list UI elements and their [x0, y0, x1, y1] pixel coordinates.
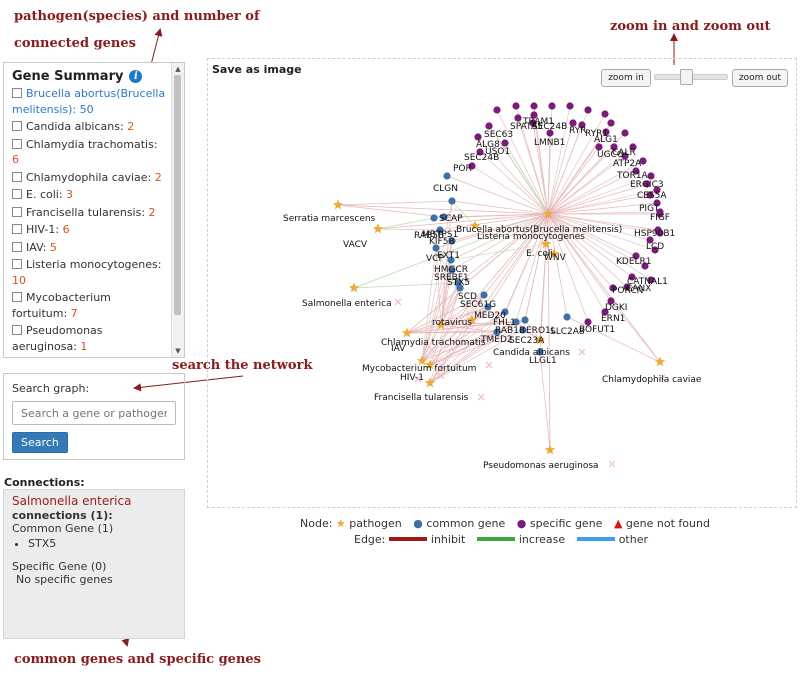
specific-gene-node[interactable] — [530, 102, 538, 110]
pathogen-star-node[interactable] — [401, 327, 413, 338]
legend-specific-gene: specific gene — [529, 517, 603, 530]
specific-gene-node[interactable] — [607, 119, 615, 127]
common-gene-node[interactable] — [563, 313, 571, 321]
pathogen-star-node[interactable] — [332, 199, 344, 210]
specific-gene-node[interactable] — [514, 114, 522, 122]
common-gene-label[interactable]: STX5 — [447, 278, 470, 288]
specific-gene-label[interactable]: DGKI — [605, 303, 627, 313]
specific-gene-label[interactable]: LCD — [646, 242, 664, 252]
specific-edge — [547, 146, 600, 215]
legend-increase: increase — [518, 533, 566, 546]
pathogen-label[interactable]: Francisella tularensis — [374, 393, 469, 403]
other-edge-swatch — [576, 537, 615, 541]
specific-gene-node[interactable] — [584, 106, 592, 114]
specific-edge — [547, 213, 652, 281]
pathogen-edge — [406, 331, 498, 334]
common-gene-label[interactable]: TMED2 — [480, 335, 513, 345]
legend-inhibit: inhibit — [430, 533, 466, 546]
pathogen-label[interactable]: VACV — [343, 240, 368, 250]
specific-gene-node[interactable] — [485, 122, 493, 130]
specific-gene-label[interactable]: SEC63 — [484, 130, 513, 140]
specific-gene-label[interactable]: HSP90B1 — [634, 229, 675, 239]
specific-edge — [547, 122, 574, 215]
legend-nodes: Node: ★ pathogen ● common gene ● specifi… — [300, 517, 718, 530]
specific-gene-node[interactable] — [601, 110, 609, 118]
common-edge — [504, 142, 549, 215]
pathogen-star-node[interactable] — [372, 223, 384, 234]
common-gene-label[interactable]: VCP — [426, 254, 444, 264]
common-gene-label[interactable]: LLGL1 — [529, 356, 557, 366]
legend-other: other — [618, 533, 648, 546]
common-gene-node[interactable] — [480, 291, 488, 299]
legend-edges: Edge: inhibit increase other — [354, 533, 656, 546]
legend-pathogen: pathogen — [349, 517, 402, 530]
common-gene-label[interactable]: CLGN — [433, 184, 458, 194]
specific-gene-label[interactable]: PORCN — [612, 286, 643, 296]
pathogen-label[interactable]: rotavirus — [432, 318, 472, 328]
specific-gene-label[interactable]: ATP2A — [613, 159, 642, 169]
pathogen-label[interactable]: IAV — [391, 344, 406, 354]
common-gene-node[interactable] — [448, 197, 456, 205]
pathogen-label[interactable]: Salmonella enterica — [302, 299, 392, 309]
specific-gene-label[interactable]: ERGIC3 — [630, 180, 664, 190]
legend-node-label: Node: — [300, 517, 333, 530]
specific-gene-label[interactable]: KDELR1 — [616, 257, 652, 267]
pathogen-star-node[interactable] — [424, 377, 436, 388]
common-gene-node[interactable] — [430, 214, 438, 222]
specific-gene-label[interactable]: CALR — [612, 148, 636, 158]
legend-not-found: gene not found — [625, 517, 710, 530]
pathogen-star-node[interactable] — [348, 282, 360, 293]
pathogen-label[interactable]: HIV-1 — [400, 373, 424, 383]
pathogen-label[interactable]: Pseudomonas aeruginosa — [483, 461, 599, 471]
specific-gene-node[interactable] — [621, 129, 629, 137]
pathogen-label[interactable]: Chlamydophila caviae — [602, 375, 702, 385]
specific-gene-label[interactable]: FIGF — [650, 213, 670, 223]
specific-gene-dot-icon: ● — [516, 517, 527, 530]
common-gene-label[interactable]: KIF5B — [429, 237, 455, 247]
network-graph[interactable]: Serratia marcescensVACVBrucella abortus(… — [0, 0, 800, 700]
specific-gene-node[interactable] — [501, 139, 509, 147]
pathogen-star-node[interactable] — [544, 444, 556, 455]
pathogen-label[interactable]: WNV — [544, 253, 567, 263]
specific-gene-label[interactable]: SEC24B — [464, 153, 499, 163]
pathogen-edge — [377, 217, 435, 230]
legend-edge-label: Edge: — [354, 533, 386, 546]
common-gene-dot-icon: ● — [413, 517, 423, 530]
specific-gene-label[interactable]: RYR — [569, 126, 586, 136]
legend-common-gene: common gene — [426, 517, 506, 530]
common-gene-label[interactable]: SEC23A — [509, 336, 545, 346]
pathogen-label[interactable]: Serratia marcescens — [283, 214, 376, 224]
pathogen-edge — [337, 200, 453, 206]
not-found-triangle-icon: ▲ — [613, 517, 623, 530]
specific-gene-node[interactable] — [566, 102, 574, 110]
specific-gene-node[interactable] — [512, 102, 520, 110]
inhibit-edge-swatch — [388, 537, 427, 541]
pathogen-label[interactable]: Listeria monocytogenes — [477, 232, 585, 242]
specific-gene-label[interactable]: SEC24B — [532, 122, 567, 132]
common-gene-node[interactable] — [521, 316, 529, 324]
specific-gene-node[interactable] — [647, 172, 655, 180]
increase-edge-swatch — [476, 537, 515, 541]
specific-gene-label[interactable]: POR — [453, 164, 472, 174]
specific-gene-label[interactable]: ERN1 — [601, 314, 625, 324]
specific-edge — [547, 213, 633, 278]
pathogen-edge — [539, 351, 551, 451]
pathogen-star-icon: ★ — [335, 517, 346, 530]
common-gene-node[interactable] — [443, 172, 451, 180]
specific-gene-label[interactable]: BOFUT1 — [579, 325, 615, 335]
common-gene-label[interactable]: SCAP — [439, 214, 463, 224]
specific-gene-node[interactable] — [493, 106, 501, 114]
specific-gene-node[interactable] — [548, 102, 556, 110]
pathogen-edge — [353, 282, 459, 289]
specific-gene-label[interactable]: LMNB1 — [534, 138, 565, 148]
specific-gene-label[interactable]: CES5A — [637, 191, 667, 201]
common-gene-label[interactable]: SEC61G — [460, 300, 496, 310]
specific-gene-label[interactable]: ALG1 — [594, 135, 618, 145]
